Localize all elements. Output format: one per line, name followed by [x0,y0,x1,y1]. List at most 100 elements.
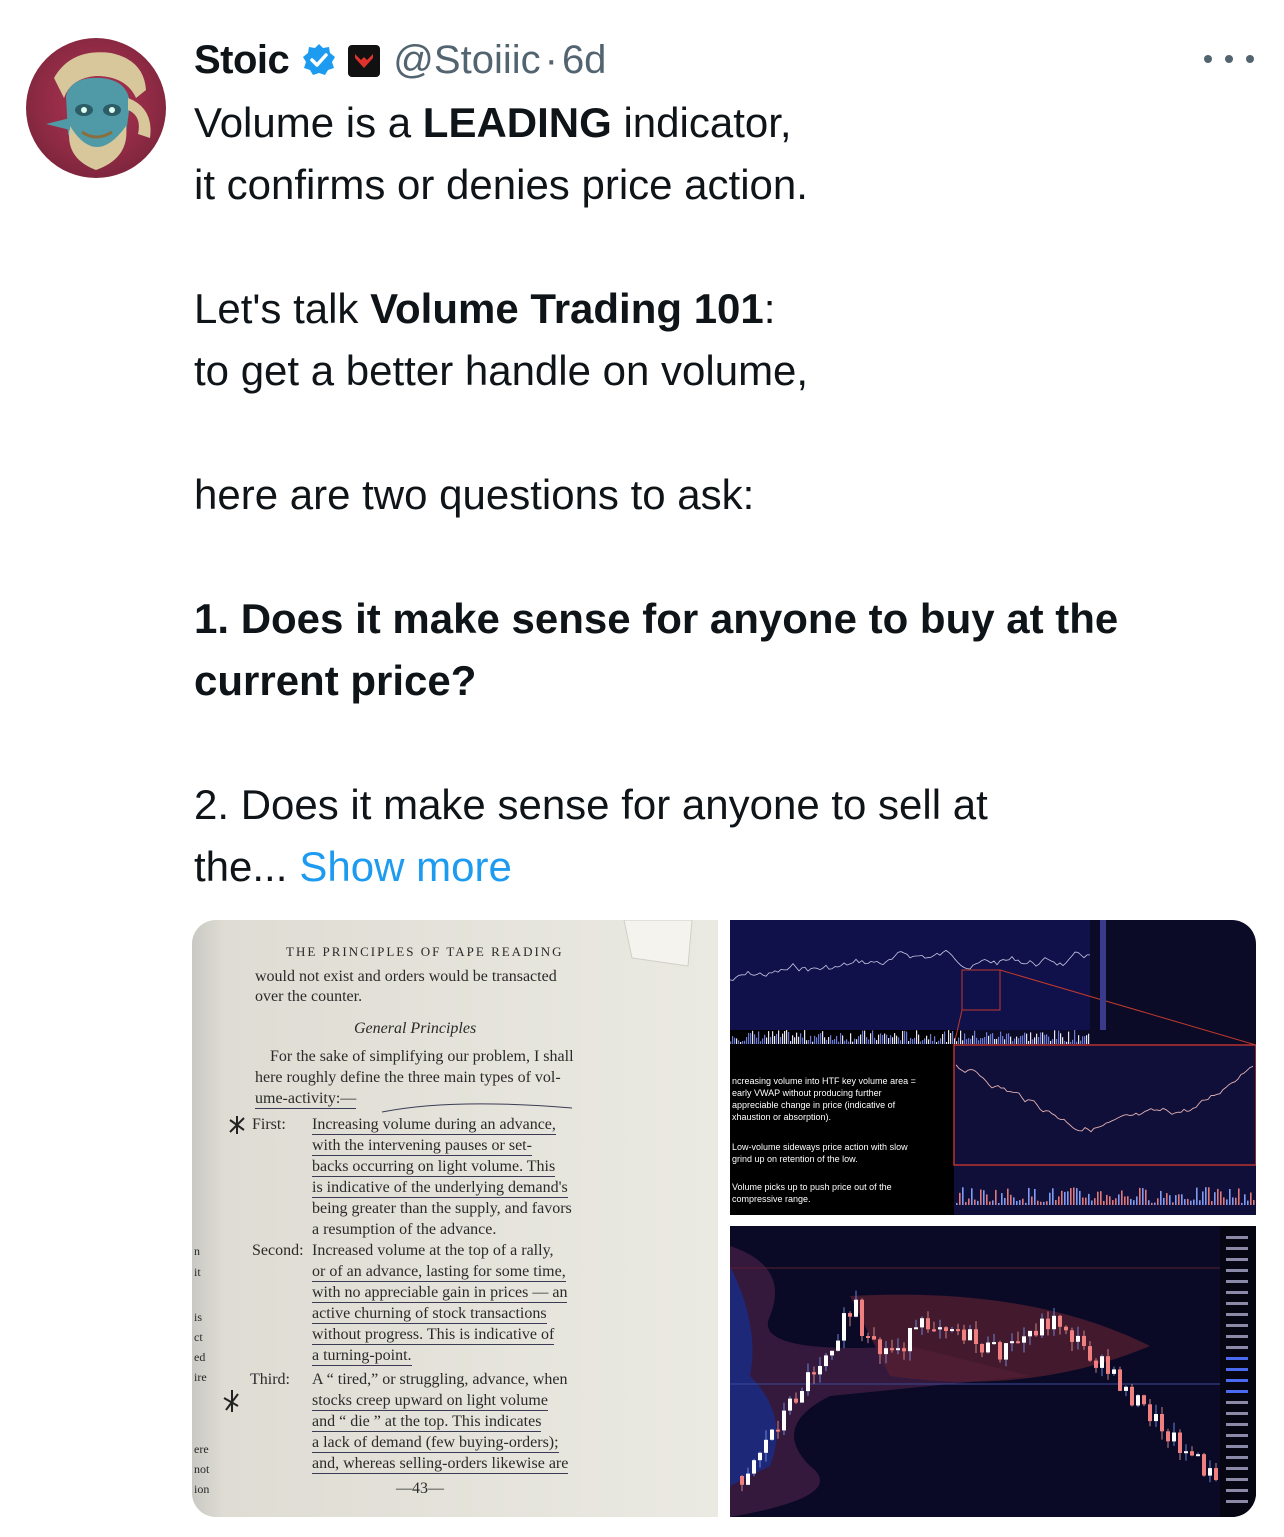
media-chart-volume-analysis[interactable]: ncreasing volume into HTF key volume are… [729,920,1256,1215]
chart1-zoom-volume-bar [1151,1202,1153,1205]
chart1-volume-bar [1004,1039,1006,1044]
tweet-header: Stoic @Stoiiic · 6d [194,30,606,90]
chart2-scale-tick [1226,1335,1248,1338]
chart1-note-1-line: appreciable change in price (indicative … [732,1100,896,1110]
chart1-zoom-volume-bar [1250,1192,1252,1205]
more-options-icon[interactable] [1204,42,1254,76]
chart1-volume-bar [858,1036,860,1044]
emphasis-leading: LEADING [422,99,612,146]
chart1-volume-bar [982,1038,984,1044]
chart1-zoom-volume-bar [971,1188,973,1205]
chart2-candle-body [842,1313,846,1341]
more-dot [1246,55,1254,63]
chart1-zoom-volume-bar [1235,1197,1237,1205]
chart1-zoom-volume-bar [1148,1200,1150,1205]
chart2-candle-body [1160,1414,1164,1432]
chart1-zoom-volume-bar [1166,1193,1168,1205]
chart2-scale-tick [1226,1302,1248,1305]
media-book-page[interactable]: THE PRINCIPLES OF TAPE READING would not… [192,920,718,1517]
chart1-zoom-volume-bar [956,1202,958,1205]
chart1-volume-bar [930,1034,932,1044]
chart1-zoom-volume-bar [998,1203,1000,1205]
chart2-candle-body [1082,1335,1086,1346]
chart1-volume-bar [998,1036,1000,1044]
chart2-candle-body [878,1339,882,1355]
chart1-volume-bar [856,1039,858,1044]
chart1-volume-bar [820,1033,822,1044]
chart1-volume-bar [924,1038,926,1044]
author-avatar[interactable] [26,38,166,178]
chart1-volume-bar [940,1038,942,1044]
chart1-volume-bar [866,1037,868,1044]
chart1-volume-bar [758,1031,760,1044]
tweet-question-2-cont: the... Show more [194,843,512,890]
chart1-volume-bar [926,1035,928,1044]
chart1-zoom-volume-bar [1175,1195,1177,1205]
chart1-volume-bar [914,1037,916,1044]
chart2-candle-body [872,1336,876,1340]
affiliate-badge-icon[interactable] [347,43,381,77]
chart2-candle-body [992,1342,996,1345]
chart2-candle-body [920,1318,924,1328]
chart1-volume-bar [836,1035,838,1044]
chart1-volume-bar [956,1041,958,1044]
chart2-candle-body [836,1340,840,1351]
chart1-zoom-volume-bar [1187,1198,1189,1205]
chart1-volume-bar [736,1038,738,1044]
chart1-volume-bar [1032,1039,1034,1044]
chart1-volume-bar [878,1034,880,1044]
chart2-candle-body [1112,1369,1116,1374]
chart1-zoom-volume-bar [962,1187,964,1205]
chart1-zoom-volume-bar [1241,1202,1243,1205]
chart1-zoom-volume-bar [1115,1198,1117,1205]
chart1-top-panel [730,920,1090,1030]
media-chart-volume-profile[interactable] [730,1226,1256,1517]
author-handle[interactable]: @Stoiiic [393,38,540,83]
more-dot [1204,55,1212,63]
chart1-zoom-volume-bar [1007,1188,1009,1205]
author-name[interactable]: Stoic [194,38,290,83]
chart1-zoom-volume-bar [1196,1187,1198,1205]
verified-badge-icon [301,42,337,78]
chart1-volume-bar [738,1040,740,1044]
chart1-note-3-line: compressive range. [732,1194,811,1204]
chart1-volume-bar [1088,1033,1090,1044]
chart2-candle-body [962,1329,966,1341]
chart1-volume-bar [896,1035,898,1044]
chart1-note-2-line: Low-volume sideways price action with sl… [732,1142,908,1152]
chart1-zoom-volume-bar [1100,1191,1102,1205]
chart1-zoom-volume-bar [1091,1200,1093,1205]
chart1-zoom-volume-bar [1190,1200,1192,1205]
chart1-zoom-volume-bar [968,1198,970,1205]
chart1-volume-bar [1014,1038,1016,1044]
tweet-timestamp[interactable]: 6d [562,38,607,83]
chart1-volume-bar [1064,1040,1066,1044]
chart1-zoom-volume-bar [1058,1196,1060,1205]
show-more-link[interactable]: Show more [299,843,511,890]
chart2-candle-body [1040,1318,1044,1336]
chart1-volume-bar [790,1041,792,1044]
chart1-volume-bar [934,1036,936,1044]
chart2-scale-tick [1226,1236,1248,1239]
chart1-volume-bar [938,1040,940,1044]
chart1-volume-bar [870,1033,872,1044]
chart2-candle-body [1052,1315,1056,1330]
chart1-volume-bar [848,1041,850,1044]
chart2-candle-body [794,1398,798,1403]
chart1-volume-bar [788,1032,790,1044]
chart1-zoom-volume-bar [1001,1193,1003,1205]
chart1-volume-bar [1016,1036,1018,1044]
chart1-zoom-volume-bar [1094,1198,1096,1205]
chart2-scale-tick [1226,1247,1248,1250]
chart1-volume-bar [908,1041,910,1044]
chart1-zoom-volume-bar [1073,1187,1075,1205]
chart2-scale-tick [1226,1357,1248,1360]
chart1-volume-bar [920,1041,922,1044]
chart1-zoom-volume-bar [1127,1196,1129,1205]
chart2-candle-body [1154,1414,1158,1422]
chart1-volume-bar [1026,1033,1028,1044]
chart1-volume-bar [1050,1040,1052,1044]
chart2-candle-body [1088,1346,1092,1361]
chart2-scale-tick [1226,1500,1248,1503]
chart1-volume-bar [996,1038,998,1044]
